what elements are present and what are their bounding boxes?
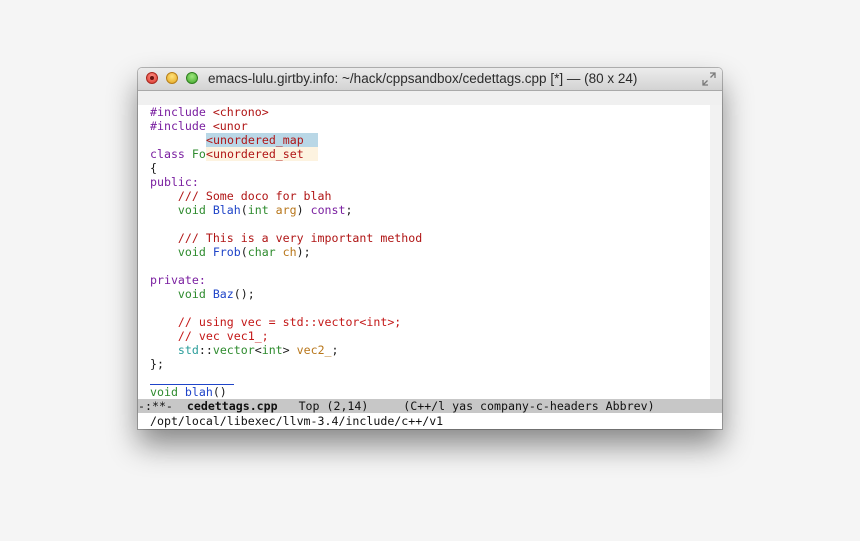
fullscreen-icon[interactable] xyxy=(702,72,716,86)
modeline-status: -:**- xyxy=(138,399,187,413)
code-line: void Frob(char ch); xyxy=(177,245,311,259)
modeline-position: Top (2,14) xyxy=(277,399,404,413)
zoom-button[interactable] xyxy=(186,72,198,84)
mode-line[interactable]: -:**- cedettags.cpp Top (2,14) (C++/l ya… xyxy=(138,399,722,413)
modeline-buffer-name[interactable]: cedettags.cpp xyxy=(187,399,278,413)
title-bar[interactable]: emacs-lulu.girtby.info: ~/hack/cppsandbo… xyxy=(138,68,722,91)
which-func-underline xyxy=(150,384,234,385)
code-line: #include <chrono> xyxy=(150,105,269,119)
code-line: /// Some doco for blah xyxy=(150,189,332,203)
window-title: emacs-lulu.girtby.info: ~/hack/cppsandbo… xyxy=(208,71,638,86)
code-line: /// This is a very important method xyxy=(150,231,423,245)
code-line: private: xyxy=(150,273,206,287)
code-line: }; xyxy=(150,357,164,371)
completion-item-selected[interactable]: <unordered_map xyxy=(206,133,318,147)
emacs-window: emacs-lulu.girtby.info: ~/hack/cppsandbo… xyxy=(138,68,722,429)
close-button[interactable] xyxy=(146,72,158,84)
minimize-button[interactable] xyxy=(166,72,178,84)
modeline-modes[interactable]: (C++/l yas company-c-headers Abbrev) xyxy=(403,399,654,413)
code-line: class Fo xyxy=(150,147,206,161)
code-line: #include <unor xyxy=(150,119,248,133)
header-fringe xyxy=(138,91,722,105)
code-line: void Blah(int arg) const; xyxy=(177,203,353,217)
completion-item[interactable]: <unordered_set xyxy=(206,147,318,161)
code-editor[interactable]: #include <chrono> #include <unor class F… xyxy=(138,105,710,399)
code-line: // vec vec1_; xyxy=(150,329,269,343)
code-line: // using vec = std::vector<int>; xyxy=(150,315,402,329)
code-line: public: xyxy=(150,175,199,189)
code-line: void blah() xyxy=(150,385,227,399)
scrollbar[interactable] xyxy=(710,105,722,399)
code-line: void Baz(); xyxy=(177,287,255,301)
echo-area: /opt/local/libexec/llvm-3.4/include/c++/… xyxy=(138,413,722,429)
code-line: { xyxy=(150,161,157,175)
code-line: std::vector<int> vec2_; xyxy=(177,343,339,357)
